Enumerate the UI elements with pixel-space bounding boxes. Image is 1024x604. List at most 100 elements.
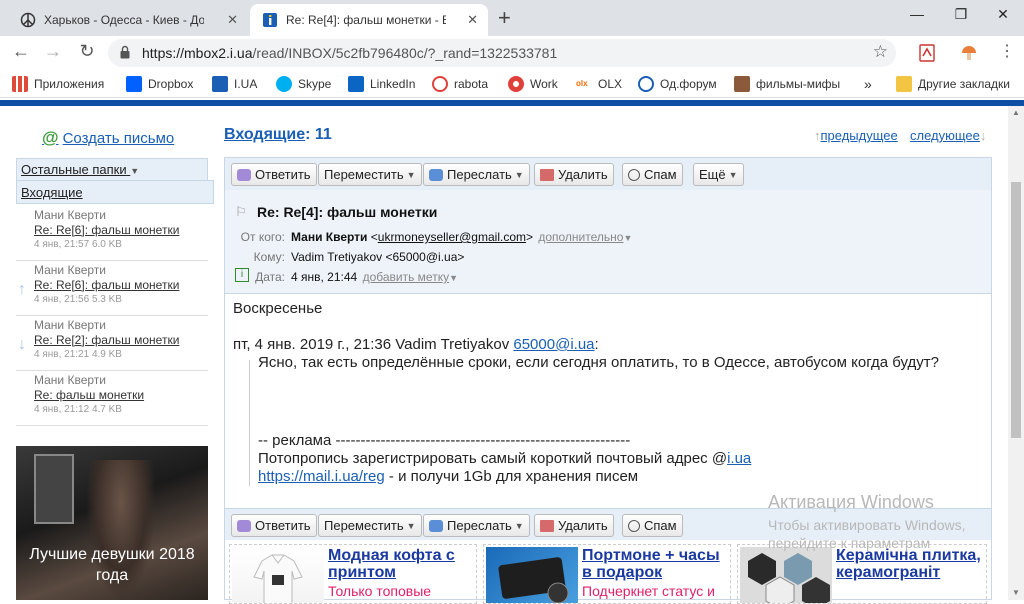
- work-icon: [508, 76, 524, 92]
- bookmark-iua[interactable]: I.UA: [212, 76, 257, 92]
- bookmarks-bar: Приложения Dropbox I.UA Skype LinkedIn r…: [0, 70, 1024, 98]
- reply-button[interactable]: Ответить: [231, 163, 317, 186]
- promo-title[interactable]: Портмоне + часы в подарок: [582, 547, 730, 581]
- thread-item[interactable]: ↑ Мани Кверти Re: Re[6]: фальш монетки 4…: [16, 261, 208, 316]
- pdf-extension-icon[interactable]: [918, 44, 936, 62]
- reload-icon[interactable]: ↻: [74, 41, 100, 65]
- forward-button[interactable]: Переслать ▼: [423, 514, 530, 537]
- spam-button[interactable]: Спам: [622, 514, 683, 537]
- chevron-down-icon: ▼: [449, 273, 458, 283]
- browser-tab-1[interactable]: Харьков - Одесса - Киев - Донецк ✕: [8, 4, 248, 36]
- details-link[interactable]: дополнительно: [538, 230, 623, 244]
- thread-item[interactable]: Мани Кверти Re: фальш монетки 4 янв, 21:…: [16, 371, 208, 426]
- ad-separator: -- реклама -----------------------------…: [258, 432, 631, 449]
- bookmark-rabota[interactable]: rabota: [432, 76, 488, 92]
- more-button[interactable]: Ещё ▼: [693, 163, 744, 186]
- page-scrollbar[interactable]: ▲ ▼: [1008, 106, 1024, 600]
- back-icon[interactable]: ←: [8, 41, 34, 65]
- forward-icon: [429, 168, 443, 181]
- address-bar[interactable]: https://mbox2.i.ua/read/INBOX/5c2fb79648…: [108, 39, 896, 67]
- od-forum-icon: [638, 76, 654, 92]
- window-close-button[interactable]: ✕: [982, 0, 1024, 28]
- thread-subject[interactable]: Re: Re[6]: фальш монетки: [34, 223, 208, 237]
- delete-button[interactable]: Удалить: [534, 514, 614, 537]
- scroll-up-icon[interactable]: ▲: [1012, 108, 1020, 117]
- sender-email[interactable]: ukrmoneyseller@gmail.com: [378, 230, 526, 244]
- promo-title[interactable]: Керамічна плитка, керамограніт: [836, 547, 986, 581]
- compose-link[interactable]: @ Создать письмо: [42, 128, 174, 148]
- new-tab-button[interactable]: +: [498, 5, 511, 31]
- button-label: Удалить: [558, 518, 608, 533]
- chevron-down-icon: ▼: [406, 520, 416, 531]
- bookmark-olx[interactable]: olx OLX: [576, 76, 622, 92]
- bookmark-work[interactable]: Work: [508, 76, 558, 92]
- folder-title-link[interactable]: Входящие: [224, 126, 305, 143]
- block-icon: [628, 168, 640, 181]
- bookmark-skype[interactable]: Skype: [276, 76, 331, 92]
- bookmark-linkedin[interactable]: LinkedIn: [348, 76, 415, 92]
- promo-title[interactable]: Модная кофта с принтом: [328, 547, 476, 581]
- previous-label: предыдущее: [820, 128, 898, 143]
- promo-card[interactable]: Модная кофта с принтом Только топовые: [229, 544, 477, 604]
- forward-icon[interactable]: →: [40, 41, 66, 65]
- scrollbar-thumb[interactable]: [1011, 182, 1021, 438]
- url-text: https://mbox2.i.ua/read/INBOX/5c2fb79648…: [142, 45, 558, 61]
- add-label-link[interactable]: добавить метку: [363, 270, 450, 284]
- next-label: следующее: [910, 128, 980, 143]
- register-link[interactable]: https://mail.i.ua/reg: [258, 468, 385, 485]
- next-message-link[interactable]: следующее↓: [910, 128, 986, 143]
- thread-item[interactable]: Мани Кверти Re: Re[6]: фальш монетки 4 я…: [16, 206, 208, 261]
- bookmark-films[interactable]: фильмы-мифы: [734, 76, 840, 92]
- from-label: От кого:: [240, 230, 285, 244]
- bookmark-other[interactable]: Другие закладки: [896, 76, 1010, 92]
- sidebar-ad-banner[interactable]: Лучшие девушки 2018 года: [16, 446, 208, 600]
- thread-subject[interactable]: Re: Re[6]: фальш монетки: [34, 278, 208, 292]
- menu-icon[interactable]: ⋮: [994, 41, 1020, 65]
- info-icon[interactable]: i: [235, 268, 249, 282]
- promo-card[interactable]: Керамічна плитка, керамограніт: [737, 544, 987, 604]
- promo-card[interactable]: Портмоне + часы в подарок Подчеркнет ста…: [483, 544, 731, 604]
- arrow-up-icon[interactable]: ↑: [18, 281, 26, 299]
- thread-subject[interactable]: Re: Re[2]: фальш монетки: [34, 333, 208, 347]
- ad-line-1: Потопропись зарегистрировать самый корот…: [258, 450, 751, 467]
- spam-button[interactable]: Спам: [622, 163, 683, 186]
- other-folders-toggle[interactable]: Остальные папки ▼: [16, 158, 208, 180]
- date-text: 4 янв, 21:44: [291, 270, 358, 284]
- close-icon[interactable]: ✕: [227, 12, 238, 28]
- reply-icon: [237, 519, 251, 532]
- bookmark-dropbox[interactable]: Dropbox: [126, 76, 193, 92]
- forward-button[interactable]: Переслать ▼: [423, 163, 530, 186]
- previous-message-link[interactable]: ↑предыдущее: [814, 128, 898, 143]
- arrow-down-icon[interactable]: ↓: [18, 336, 26, 354]
- compose-label: Создать письмо: [62, 129, 175, 147]
- move-button[interactable]: Переместить ▼: [318, 163, 422, 186]
- thread-subject[interactable]: Re: фальш монетки: [34, 388, 208, 402]
- move-button[interactable]: Переместить ▼: [318, 514, 422, 537]
- to-label: Кому:: [253, 250, 285, 264]
- iua-link[interactable]: i.ua: [727, 450, 751, 467]
- ad-text: - и получи 1Gb для хранения писем: [384, 468, 639, 485]
- ad-caption: Лучшие девушки 2018 года: [29, 546, 195, 584]
- arrow-down-icon: ↓: [979, 128, 987, 143]
- scroll-down-icon[interactable]: ▼: [1012, 588, 1020, 597]
- i-ua-icon: [212, 76, 228, 92]
- bookmark-apps[interactable]: Приложения: [12, 76, 104, 92]
- sweater-icon: [253, 554, 303, 603]
- chevron-down-icon: ▼: [406, 169, 416, 180]
- bookmark-star-icon[interactable]: ☆: [873, 42, 888, 62]
- flag-icon[interactable]: ⚐: [235, 204, 247, 220]
- trash-icon: [540, 519, 554, 532]
- delete-button[interactable]: Удалить: [534, 163, 614, 186]
- browser-tab-2-active[interactable]: Re: Re[4]: фальш монетки - Входящие ✕: [250, 4, 488, 36]
- folder-inbox[interactable]: Входящие: [16, 180, 214, 204]
- mushroom-extension-icon[interactable]: [960, 44, 978, 62]
- quote-email-link[interactable]: 65000@i.ua: [513, 336, 594, 353]
- bookmarks-overflow-button[interactable]: »: [864, 76, 872, 92]
- maximize-button[interactable]: ❐: [940, 0, 982, 28]
- minimize-button[interactable]: —: [896, 0, 938, 28]
- close-icon[interactable]: ✕: [467, 12, 478, 28]
- bookmark-label: фильмы-мифы: [756, 77, 841, 91]
- bookmark-od-forum[interactable]: Од.форум: [638, 76, 717, 92]
- reply-button[interactable]: Ответить: [231, 514, 317, 537]
- thread-item[interactable]: ↓ Мани Кверти Re: Re[2]: фальш монетки 4…: [16, 316, 208, 371]
